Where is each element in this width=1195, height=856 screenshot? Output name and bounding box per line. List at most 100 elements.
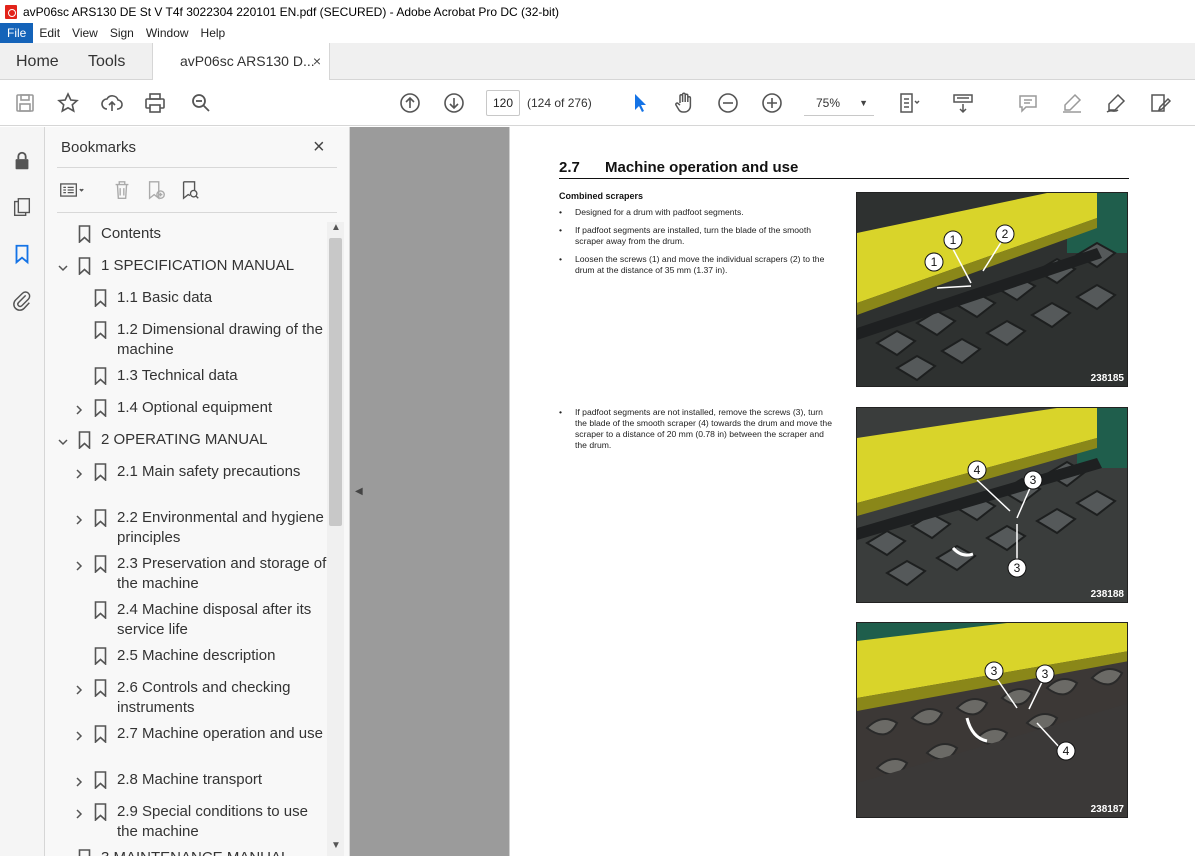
bookmark-label: 1.1 Basic data: [117, 289, 213, 306]
delete-icon[interactable]: [109, 177, 135, 203]
hand-tool-icon[interactable]: [671, 90, 697, 116]
bookmark-icon: [94, 679, 107, 698]
bookmark-panel-icon[interactable]: [10, 242, 34, 266]
chevron-right-icon[interactable]: [73, 806, 85, 819]
bookmark-item[interactable]: 2.4 Machine disposal after its service l…: [45, 600, 330, 646]
attachment-icon[interactable]: [10, 288, 34, 312]
zoom-level-value: 75%: [816, 96, 841, 110]
chevron-down-icon[interactable]: [57, 434, 69, 446]
new-bookmark-icon[interactable]: [143, 177, 169, 203]
bookmark-item[interactable]: 1.2 Dimensional drawing of the machine: [45, 320, 330, 366]
tab-home[interactable]: Home: [16, 43, 59, 80]
bookmark-item[interactable]: 2.3 Preservation and storage of the mach…: [45, 554, 330, 600]
chevron-right-icon[interactable]: [73, 558, 85, 571]
print-icon[interactable]: [142, 90, 168, 116]
chevron-right-icon[interactable]: [73, 512, 85, 525]
fit-page-icon[interactable]: [895, 90, 921, 116]
bookmark-tree: Contents 1 SPECIFICATION MANUAL 1.1 Basic …: [45, 222, 330, 856]
bookmark-item[interactable]: 2.2 Environmental and hygiene principles: [45, 508, 330, 554]
chevron-right-icon[interactable]: [73, 774, 85, 787]
scroll-down-icon[interactable]: ▼: [331, 840, 341, 851]
chevron-right-icon[interactable]: [73, 682, 85, 695]
chevron-right-icon[interactable]: [73, 402, 85, 415]
comment-icon[interactable]: [1015, 90, 1041, 116]
bullet-list-2: If padfoot segments are not installed, r…: [559, 407, 834, 458]
bookmark-item[interactable]: 2.5 Machine description: [45, 646, 330, 678]
scroll-up-icon[interactable]: ▲: [331, 222, 341, 233]
callout: 3: [1030, 473, 1037, 487]
figure-photo: 1 2 1 238185: [856, 192, 1128, 387]
callout: 1: [931, 255, 938, 269]
scrollbar-thumb[interactable]: [329, 238, 342, 526]
select-cursor-icon[interactable]: [627, 90, 653, 116]
bookmark-icon: [94, 647, 107, 666]
menu-sign[interactable]: Sign: [104, 23, 140, 43]
bookmark-item[interactable]: 2.6 Controls and checking instruments: [45, 678, 330, 724]
zoom-level-select[interactable]: 75% ▼: [804, 90, 874, 116]
chevron-down-icon[interactable]: [57, 260, 69, 272]
highlight-icon[interactable]: [1059, 90, 1085, 116]
bookmark-label: 1.3 Technical data: [117, 367, 238, 384]
save-icon[interactable]: [12, 90, 38, 116]
bookmarks-panel: Bookmarks × Contents 1 SPECIFICATION MANU…: [45, 127, 350, 856]
bookmarks-title: Bookmarks: [61, 139, 137, 156]
bookmark-item[interactable]: 2.8 Machine transport: [45, 770, 330, 802]
lock-icon[interactable]: [10, 149, 34, 173]
acrobat-icon: [5, 4, 17, 19]
bookmark-item[interactable]: 1 SPECIFICATION MANUAL: [45, 256, 330, 288]
pages-icon[interactable]: [10, 195, 34, 219]
scroll-mode-icon[interactable]: [950, 90, 976, 116]
menu-edit[interactable]: Edit: [33, 23, 66, 43]
tab-document[interactable]: avP06sc ARS130 D... ×: [152, 43, 330, 81]
bookmark-label: 2 OPERATING MANUAL: [101, 431, 268, 448]
options-menu-icon[interactable]: [59, 177, 85, 203]
fill-sign-icon[interactable]: [1147, 90, 1173, 116]
menu-view[interactable]: View: [66, 23, 104, 43]
bookmark-item[interactable]: 1.4 Optional equipment: [45, 398, 330, 430]
prev-page-icon[interactable]: [397, 90, 423, 116]
next-page-icon[interactable]: [441, 90, 467, 116]
bookmark-item[interactable]: 2.9 Special conditions to use the machin…: [45, 802, 330, 848]
star-icon[interactable]: [55, 90, 81, 116]
bookmark-item[interactable]: 1.1 Basic data: [45, 288, 330, 320]
chevron-right-icon[interactable]: [73, 728, 85, 741]
page-number-input[interactable]: 120: [486, 90, 520, 116]
bookmark-item[interactable]: 2.1 Main safety precautions: [45, 462, 330, 508]
zoom-in-icon[interactable]: [759, 90, 785, 116]
chevron-right-icon[interactable]: [73, 466, 85, 479]
zoom-out-icon[interactable]: [715, 90, 741, 116]
bullet-item: If padfoot segments are not installed, r…: [559, 407, 834, 451]
bookmark-icon: [78, 257, 91, 276]
bookmark-label: 2.5 Machine description: [117, 647, 276, 664]
bookmark-item[interactable]: 2.7 Machine operation and use: [45, 724, 330, 770]
divider: [57, 167, 337, 168]
bookmark-item[interactable]: 2 OPERATING MANUAL: [45, 430, 330, 462]
tab-close-icon[interactable]: ×: [313, 43, 321, 80]
menu-help[interactable]: Help: [195, 23, 232, 43]
collapse-panel-icon[interactable]: ◀: [355, 486, 363, 497]
sign-pen-icon[interactable]: [1103, 90, 1129, 116]
menu-window[interactable]: Window: [140, 23, 195, 43]
menu-file[interactable]: File: [0, 23, 34, 43]
title-bar: avP06sc ARS130 DE St V T4f 3022304 22010…: [0, 0, 1195, 23]
figure-photo: 4 3 3 238188: [856, 407, 1128, 603]
search-zoom-icon[interactable]: [188, 90, 214, 116]
bookmark-label: 2.6 Controls and checking instruments: [117, 679, 291, 716]
section-number: 2.7: [559, 159, 580, 176]
figure-photo: 3 3 4 238187: [856, 622, 1128, 818]
callout: 3: [991, 664, 998, 678]
figure-number: 238187: [1090, 804, 1124, 815]
tab-tools[interactable]: Tools: [88, 43, 125, 80]
chevron-down-icon[interactable]: [57, 852, 69, 856]
bookmark-item[interactable]: 1.3 Technical data: [45, 366, 330, 398]
cloud-upload-icon[interactable]: [99, 90, 125, 116]
bookmark-label: 1.4 Optional equipment: [117, 399, 273, 416]
bookmark-item[interactable]: 3 MAINTENANCE MANUAL: [45, 848, 330, 856]
bookmark-icon: [78, 849, 91, 856]
bookmark-item[interactable]: Contents: [45, 224, 330, 256]
close-icon[interactable]: ×: [313, 136, 325, 159]
bookmark-icon: [94, 601, 107, 620]
find-bookmark-icon[interactable]: [177, 177, 203, 203]
bookmark-icon: [94, 289, 107, 308]
bookmark-icon: [94, 771, 107, 790]
